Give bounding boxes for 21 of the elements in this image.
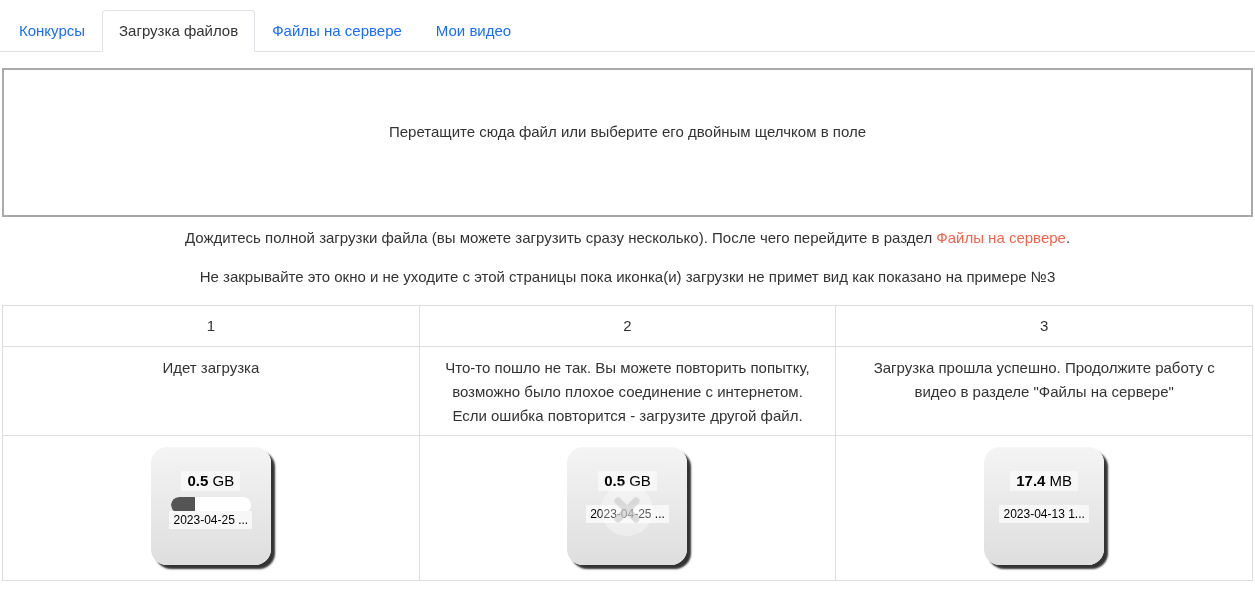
notice-text: Дождитесь полной загрузки файла (вы можете загрузить сразу несколько). После чего перейдите в раздел Файлы на сервере.	[183, 228, 1072, 248]
column-number: 3	[1040, 315, 1049, 336]
file-date: 2023-04-25 ...	[586, 505, 669, 523]
file-size: 17.4 MB	[1010, 471, 1079, 491]
status-description: Загрузка прошла успешно. Продолжите работу с видео в разделе "Файлы на сервере"	[872, 358, 1216, 402]
column-number: 2	[623, 315, 632, 336]
file-size: 0.5 GB	[181, 471, 241, 491]
status-description: Идет загрузка	[162, 358, 260, 378]
column-number: 1	[206, 315, 215, 336]
server-files-link[interactable]: Файлы на сервере	[936, 229, 1066, 246]
file-date: 2023-04-13 1...	[999, 505, 1089, 523]
drop-zone[interactable]: Перетащите сюда файл или выберите его двойным щелчком в поле	[2, 68, 1253, 217]
status-description: Что-то пошло не так. Вы можете повторить попытку, возможно было плохое соединение с интернетом. Если ошибка повторится - загрузите другой файл.	[444, 358, 811, 426]
file-size: 0.5 GB	[598, 471, 657, 491]
tab[interactable]: Загрузка файлов	[102, 10, 256, 52]
tab[interactable]: Конкурсы	[2, 10, 103, 52]
tab[interactable]: Файлы на сервере	[255, 10, 419, 52]
tab[interactable]: Мои видео	[418, 10, 529, 52]
drop-zone-text: Перетащите сюда файл или выберите его двойным щелчком в поле	[388, 122, 867, 143]
warning-text: Не закрывайте это окно и не уходите с этой страницы пока иконка(и) загрузки не примет вид как показано на примере №3	[198, 267, 1057, 287]
file-date: 2023-04-25 ...	[169, 511, 253, 529]
